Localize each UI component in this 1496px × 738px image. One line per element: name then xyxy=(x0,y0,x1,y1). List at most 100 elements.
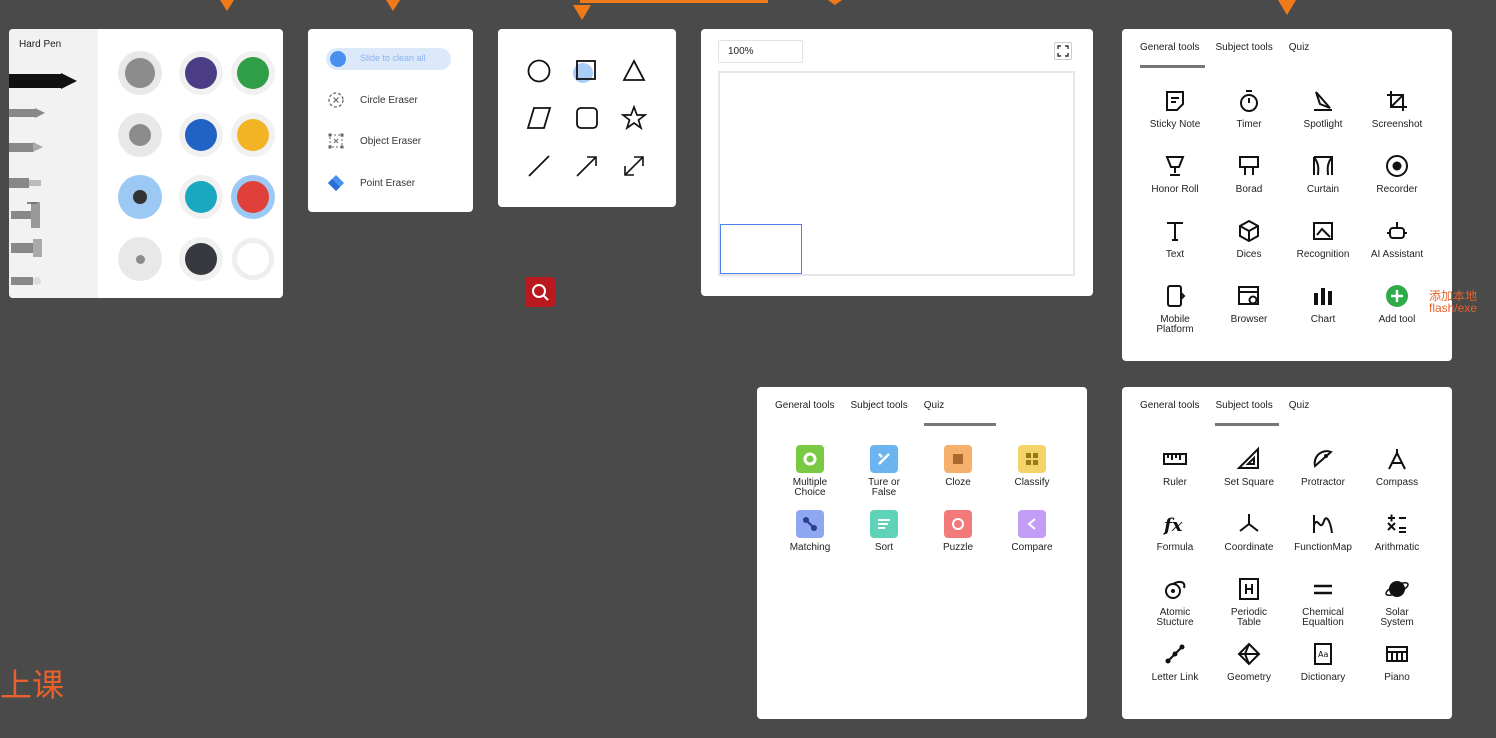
tool-formula[interactable]: fx Formula xyxy=(1138,510,1212,553)
quiz-multiple-choice[interactable]: Multiple Choice xyxy=(773,445,847,498)
laser-pen-icon[interactable] xyxy=(9,199,49,231)
quiz-puzzle[interactable]: Puzzle xyxy=(921,510,995,553)
tab-general-tools[interactable]: General tools xyxy=(775,400,834,426)
tab-general-tools[interactable]: General tools xyxy=(1140,42,1207,68)
tool-honor-roll[interactable]: Honor Roll xyxy=(1138,152,1212,195)
quiz-compare[interactable]: Compare xyxy=(995,510,1069,553)
quiz-ture-or-false[interactable]: Ture or False xyxy=(847,445,921,498)
tool-atomic-stucture[interactable]: Atomic Stucture xyxy=(1138,575,1212,628)
tab-quiz[interactable]: Quiz xyxy=(1289,400,1310,426)
functionmap-icon xyxy=(1309,510,1337,538)
color-swatch[interactable] xyxy=(118,175,162,219)
tool-timer[interactable]: Timer xyxy=(1212,87,1286,130)
tool-compass[interactable]: Compass xyxy=(1360,445,1434,488)
quiz-matching[interactable]: Matching xyxy=(773,510,847,553)
brush-pen-icon[interactable] xyxy=(9,139,49,155)
class-start-label[interactable]: 上课 xyxy=(0,660,64,706)
quiz-cloze[interactable]: Cloze xyxy=(921,445,995,488)
point-eraser-icon xyxy=(326,173,346,193)
tool-chemical-equaltion[interactable]: Chemical Equaltion xyxy=(1286,575,1360,628)
tool-chart[interactable]: Chart xyxy=(1286,282,1360,325)
tab-quiz[interactable]: Quiz xyxy=(1289,42,1310,68)
quiz-classify[interactable]: Classify xyxy=(995,445,1069,488)
double-arrow-shape-icon[interactable] xyxy=(621,153,647,179)
color-swatch[interactable] xyxy=(179,113,223,157)
tab-general-tools[interactable]: General tools xyxy=(1140,400,1199,426)
matching-icon xyxy=(796,510,824,538)
tool-browser[interactable]: Browser xyxy=(1212,282,1286,325)
parallelogram-shape-icon[interactable] xyxy=(526,105,552,131)
tab-quiz[interactable]: Quiz xyxy=(923,400,996,426)
tool-spotlight[interactable]: Spotlight xyxy=(1286,87,1360,130)
tools-tab-bar: General tools Subject tools Quiz xyxy=(775,400,1006,426)
pointer-marker xyxy=(1278,0,1296,15)
tool-solar-system[interactable]: Solar System xyxy=(1360,575,1434,628)
point-eraser-option[interactable]: Point Eraser xyxy=(326,173,415,193)
color-swatch[interactable] xyxy=(179,175,223,219)
arrow-shape-icon[interactable] xyxy=(574,153,600,179)
color-swatch[interactable] xyxy=(231,113,275,157)
tool-ruler[interactable]: Ruler xyxy=(1138,445,1212,488)
tool-coordinate[interactable]: Coordinate xyxy=(1212,510,1286,553)
atomic-stucture-icon xyxy=(1161,575,1189,603)
tool-periodic-table[interactable]: Periodic Table xyxy=(1212,575,1286,628)
tool-label: Arithmatic xyxy=(1374,542,1420,553)
highlighter-pen-icon[interactable] xyxy=(9,174,49,190)
color-swatch[interactable] xyxy=(231,175,275,219)
rounded-square-shape-icon[interactable] xyxy=(574,105,600,131)
tool-add-tool[interactable]: Add tool xyxy=(1360,282,1434,325)
tool-mobile-platform[interactable]: Mobile Platform xyxy=(1138,282,1212,335)
tool-functionmap[interactable]: FunctionMap xyxy=(1286,510,1360,553)
tool-geometry[interactable]: Geometry xyxy=(1212,640,1286,683)
tool-screenshot[interactable]: Screenshot xyxy=(1360,87,1434,130)
zoom-level[interactable]: 100% xyxy=(718,40,803,63)
tool-ai-assistant[interactable]: AI Assistant xyxy=(1360,217,1434,260)
object-eraser-icon xyxy=(326,131,346,151)
hard-pen-icon[interactable] xyxy=(9,71,79,91)
triangle-shape-icon[interactable] xyxy=(621,58,647,84)
tool-curtain[interactable]: Curtain xyxy=(1286,152,1360,195)
quiz-label: Compare xyxy=(1011,542,1053,553)
color-swatch[interactable] xyxy=(118,51,162,95)
subject-tools-panel: General tools Subject tools Quiz Ruler Se… xyxy=(1122,387,1452,719)
quiz-sort[interactable]: Sort xyxy=(847,510,921,553)
color-swatch[interactable] xyxy=(179,51,223,95)
tool-protractor[interactable]: Protractor xyxy=(1286,445,1360,488)
color-swatch[interactable] xyxy=(231,237,275,281)
color-swatch[interactable] xyxy=(118,237,162,281)
viewport-rectangle[interactable] xyxy=(720,224,802,274)
color-swatch[interactable] xyxy=(231,51,275,95)
marker-pen-icon[interactable] xyxy=(9,105,49,121)
chalk-pen-icon[interactable] xyxy=(9,237,49,259)
color-swatch[interactable] xyxy=(179,237,223,281)
line-shape-icon[interactable] xyxy=(526,153,552,179)
tool-borad[interactable]: Borad xyxy=(1212,152,1286,195)
tool-letter-link[interactable]: Letter Link xyxy=(1138,640,1212,683)
tool-recorder[interactable]: Recorder xyxy=(1360,152,1434,195)
tab-subject-tools[interactable]: Subject tools xyxy=(1215,400,1280,426)
circle-shape-icon[interactable] xyxy=(526,58,552,84)
eraser-pen-icon[interactable] xyxy=(9,273,49,289)
sticky-note-icon xyxy=(1161,87,1189,115)
star-shape-icon[interactable] xyxy=(621,105,647,131)
color-swatch[interactable] xyxy=(118,113,162,157)
tool-arithmatic[interactable]: Arithmatic xyxy=(1360,510,1434,553)
tool-text[interactable]: Text xyxy=(1138,217,1212,260)
slide-knob[interactable] xyxy=(330,51,346,67)
search-button[interactable] xyxy=(525,277,555,307)
tool-dices[interactable]: Dices xyxy=(1212,217,1286,260)
tool-set-square[interactable]: Set Square xyxy=(1212,445,1286,488)
search-icon xyxy=(532,284,549,301)
tool-recognition[interactable]: Recognition xyxy=(1286,217,1360,260)
tab-subject-tools[interactable]: Subject tools xyxy=(1215,42,1272,68)
slide-to-clean-toggle[interactable]: Slide to clean all xyxy=(326,48,451,70)
tool-dictionary[interactable]: Aa Dictionary xyxy=(1286,640,1360,683)
tool-piano[interactable]: Piano xyxy=(1360,640,1434,683)
square-shape-icon[interactable] xyxy=(572,58,598,84)
tab-subject-tools[interactable]: Subject tools xyxy=(850,400,907,426)
fullscreen-icon[interactable] xyxy=(1054,42,1072,60)
object-eraser-option[interactable]: Object Eraser xyxy=(326,131,421,151)
tool-label: Borad xyxy=(1235,184,1263,195)
circle-eraser-option[interactable]: Circle Eraser xyxy=(326,90,418,110)
tool-sticky-note[interactable]: Sticky Note xyxy=(1138,87,1212,130)
